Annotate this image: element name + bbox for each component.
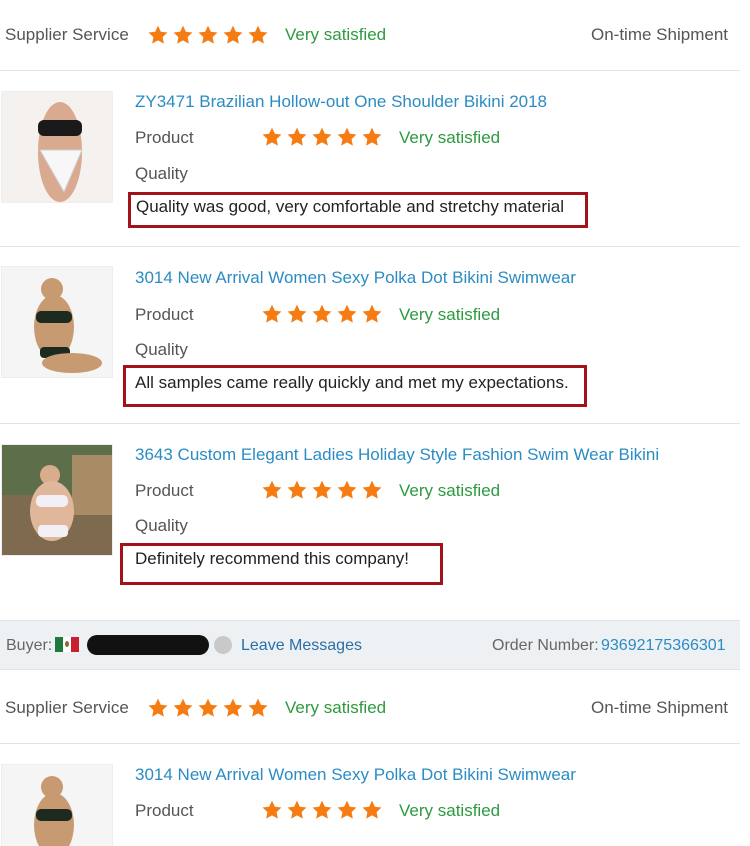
star-icon bbox=[172, 697, 194, 719]
redacted-buyer-name bbox=[87, 635, 209, 655]
star-icon bbox=[286, 303, 308, 325]
star-icon bbox=[311, 126, 333, 148]
product-rating-text: Very satisfied bbox=[399, 481, 501, 500]
product-label: Product bbox=[135, 481, 194, 500]
supplier-rating-text: Very satisfied bbox=[285, 698, 387, 717]
product-label: Product bbox=[135, 801, 194, 820]
leave-messages-link[interactable]: Leave Messages bbox=[241, 637, 362, 655]
star-icon bbox=[222, 697, 244, 719]
ontime-shipment-label: On-time Shipment bbox=[591, 698, 728, 717]
buyer-info-bar: Buyer: Leave Messages Order Number: 9369… bbox=[0, 620, 740, 670]
star-icon bbox=[361, 799, 383, 821]
supplier-rating-stars bbox=[147, 697, 269, 719]
quality-label: Quality bbox=[135, 164, 188, 183]
supplier-rating-stars bbox=[147, 24, 269, 46]
star-icon bbox=[261, 126, 283, 148]
quality-label: Quality bbox=[135, 340, 188, 359]
star-icon bbox=[361, 303, 383, 325]
star-icon bbox=[336, 303, 358, 325]
feedback-page: Supplier Service Very satisfied On-time … bbox=[0, 0, 750, 846]
review-text: Quality was good, very comfortable and s… bbox=[136, 197, 565, 216]
star-icon bbox=[197, 24, 219, 46]
star-icon bbox=[172, 24, 194, 46]
product-rating-stars bbox=[261, 799, 383, 821]
product-rating-text: Very satisfied bbox=[399, 305, 501, 324]
bikini-image-icon bbox=[2, 92, 112, 202]
buyer-label: Buyer: bbox=[6, 637, 53, 654]
product-rating-stars bbox=[261, 126, 383, 148]
product-title-link[interactable]: 3014 New Arrival Women Sexy Polka Dot Bi… bbox=[135, 268, 576, 288]
star-icon bbox=[247, 697, 269, 719]
review-text: All samples came really quickly and met … bbox=[135, 373, 569, 392]
product-thumbnail[interactable] bbox=[1, 266, 113, 378]
star-icon bbox=[222, 24, 244, 46]
product-title-link[interactable]: 3643 Custom Elegant Ladies Holiday Style… bbox=[135, 445, 659, 465]
product-rating-stars bbox=[261, 479, 383, 501]
star-icon bbox=[147, 24, 169, 46]
product-rating-text: Very satisfied bbox=[399, 801, 501, 820]
mexico-flag-icon bbox=[55, 637, 79, 652]
order-number-link[interactable]: 93692175366301 bbox=[601, 637, 726, 655]
star-icon bbox=[336, 479, 358, 501]
star-icon bbox=[311, 303, 333, 325]
product-rating-text: Very satisfied bbox=[399, 128, 501, 147]
review-item: 3643 Custom Elegant Ladies Holiday Style… bbox=[0, 423, 740, 600]
star-icon bbox=[311, 799, 333, 821]
star-icon bbox=[286, 479, 308, 501]
star-icon bbox=[147, 697, 169, 719]
review-text: Definitely recommend this company! bbox=[135, 549, 410, 568]
supplier-service-label: Supplier Service bbox=[5, 25, 129, 44]
star-icon bbox=[261, 799, 283, 821]
review-item: ZY3471 Brazilian Hollow-out One Shoulder… bbox=[0, 70, 740, 246]
star-icon bbox=[361, 479, 383, 501]
bikini-image-icon bbox=[2, 765, 112, 846]
message-icon[interactable] bbox=[214, 636, 232, 654]
star-icon bbox=[197, 697, 219, 719]
star-icon bbox=[311, 479, 333, 501]
bikini-image-icon bbox=[2, 445, 112, 555]
star-icon bbox=[361, 126, 383, 148]
star-icon bbox=[336, 126, 358, 148]
quality-label: Quality bbox=[135, 516, 188, 535]
order-number-label: Order Number: bbox=[492, 637, 599, 654]
star-icon bbox=[286, 126, 308, 148]
star-icon bbox=[261, 479, 283, 501]
review-item: 3014 New Arrival Women Sexy Polka Dot Bi… bbox=[0, 246, 740, 423]
supplier-service-row: Supplier Service Very satisfied On-time … bbox=[0, 673, 740, 743]
product-thumbnail[interactable] bbox=[1, 764, 113, 846]
supplier-service-row: Supplier Service Very satisfied On-time … bbox=[0, 0, 740, 70]
star-icon bbox=[261, 303, 283, 325]
product-title-link[interactable]: ZY3471 Brazilian Hollow-out One Shoulder… bbox=[135, 92, 547, 112]
star-icon bbox=[247, 24, 269, 46]
star-icon bbox=[336, 799, 358, 821]
product-rating-stars bbox=[261, 303, 383, 325]
supplier-service-label: Supplier Service bbox=[5, 698, 129, 717]
product-thumbnail[interactable] bbox=[1, 444, 113, 556]
ontime-shipment-label: On-time Shipment bbox=[591, 25, 728, 44]
bikini-image-icon bbox=[2, 267, 112, 377]
star-icon bbox=[286, 799, 308, 821]
product-label: Product bbox=[135, 305, 194, 324]
product-title-link[interactable]: 3014 New Arrival Women Sexy Polka Dot Bi… bbox=[135, 765, 576, 785]
supplier-rating-text: Very satisfied bbox=[285, 25, 387, 44]
review-item: 3014 New Arrival Women Sexy Polka Dot Bi… bbox=[0, 743, 740, 846]
product-thumbnail[interactable] bbox=[1, 91, 113, 203]
product-label: Product bbox=[135, 128, 194, 147]
